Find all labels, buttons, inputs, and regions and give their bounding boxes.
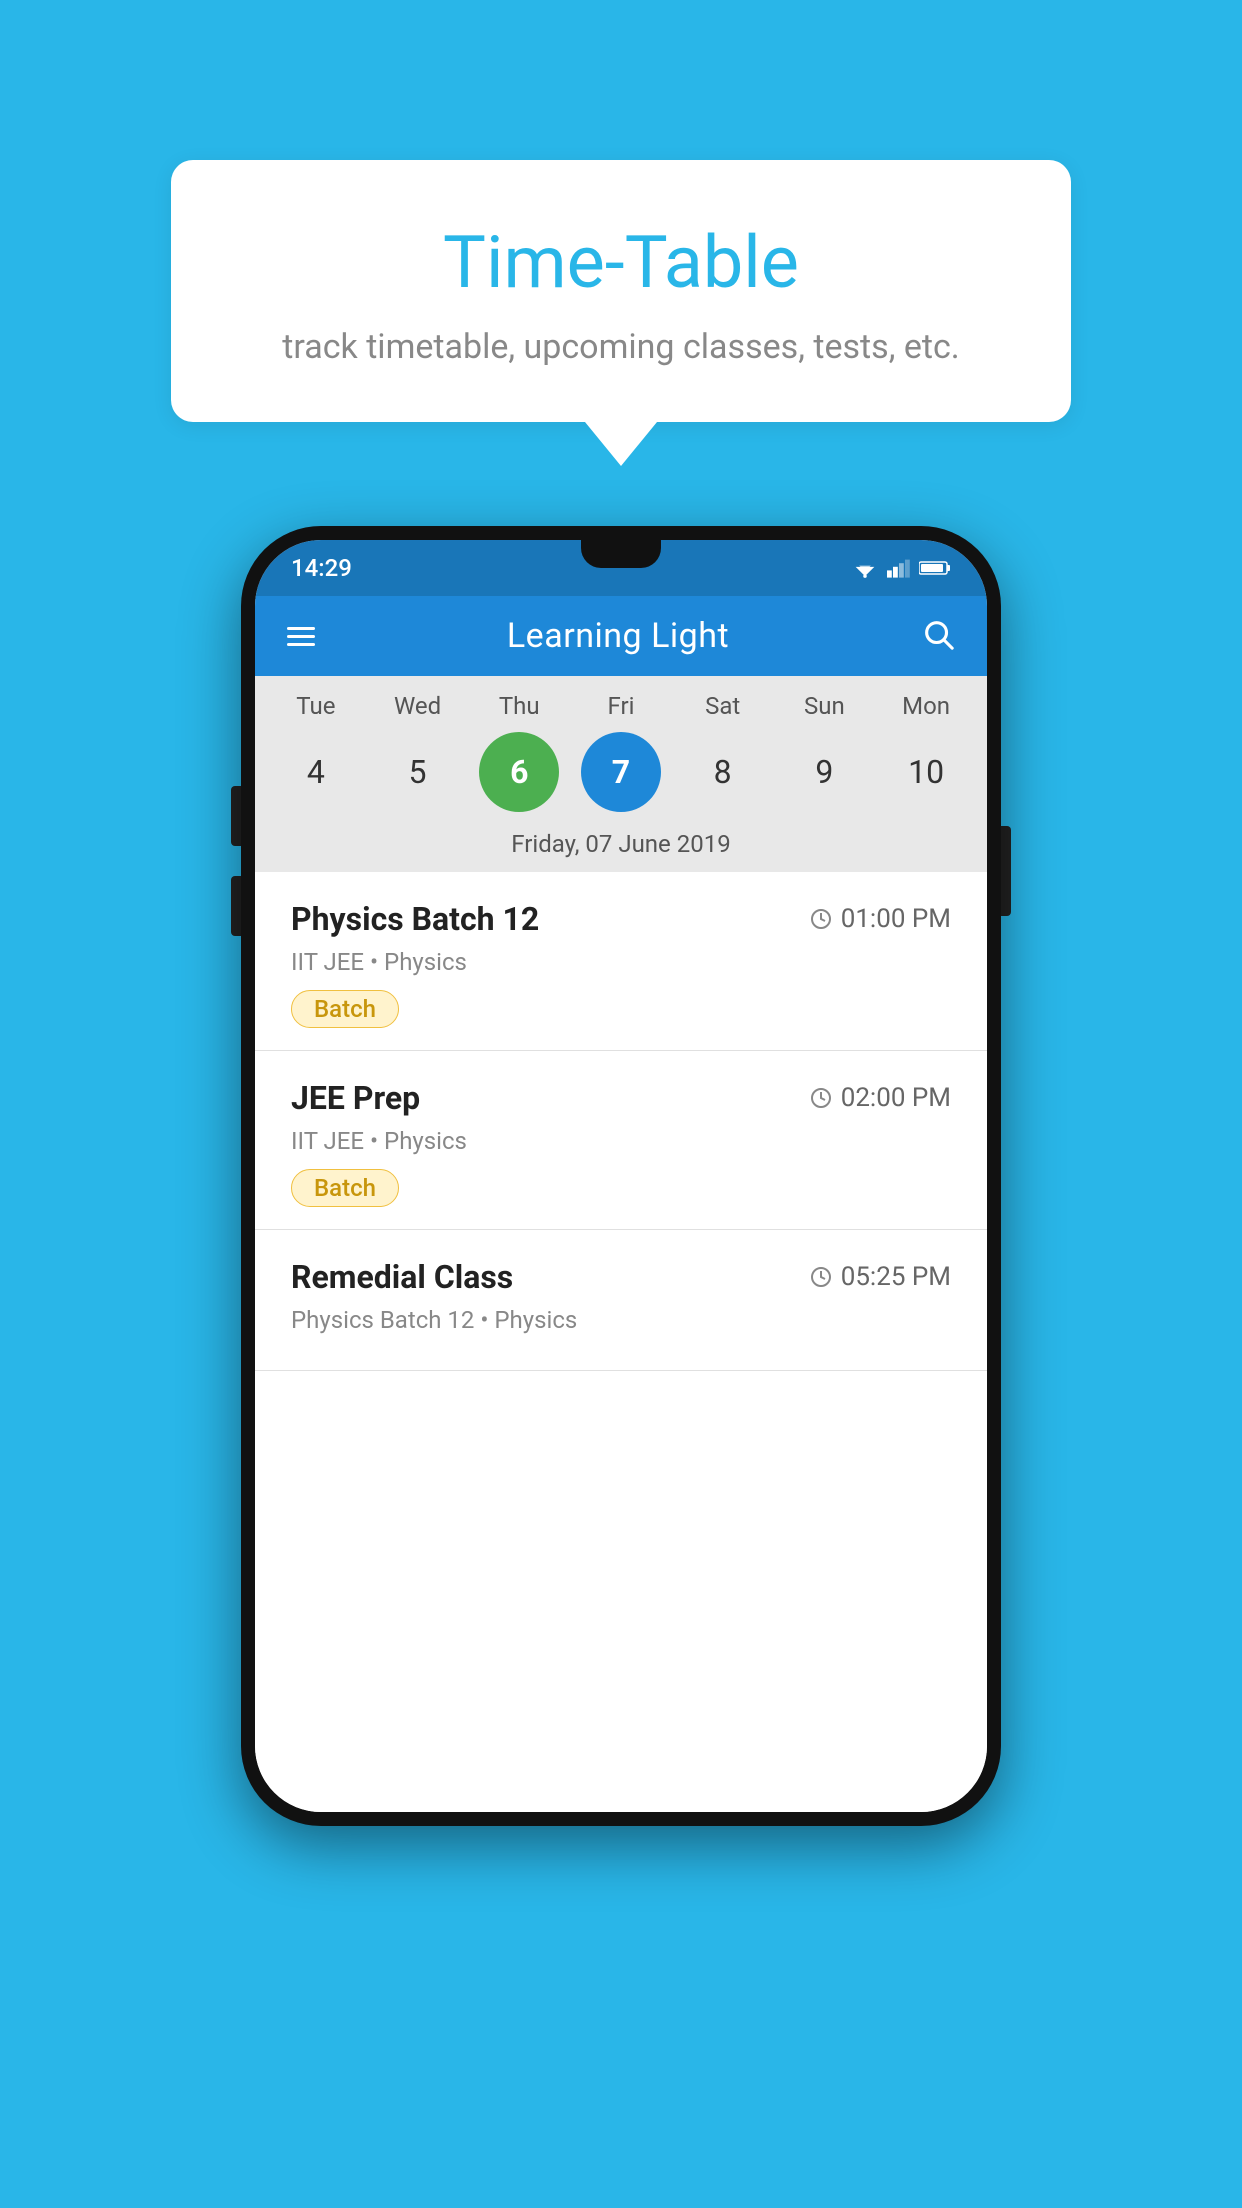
phone-mockup: 14:29 [241, 526, 1001, 1826]
day-10[interactable]: 10 [886, 732, 966, 812]
class-item-1-badge: Batch [291, 990, 399, 1028]
day-5[interactable]: 5 [378, 732, 458, 812]
status-time: 14:29 [291, 554, 352, 582]
day-4[interactable]: 4 [276, 732, 356, 812]
class-item-physics-batch-12[interactable]: Physics Batch 12 01:00 PM IIT JEE • Phys… [255, 872, 987, 1051]
phone-outer: 14:29 [241, 526, 1001, 1826]
clock-icon-1 [809, 907, 833, 931]
speech-bubble-wrapper: Time-Table track timetable, upcoming cla… [171, 160, 1071, 466]
class-item-2-header: JEE Prep 02:00 PM [291, 1079, 951, 1117]
day-7-selected[interactable]: 7 [581, 732, 661, 812]
phone-vol-up-button [231, 786, 241, 846]
day-name-fri: Fri [581, 692, 661, 720]
calendar-strip: Tue Wed Thu Fri Sat Sun Mon 4 5 6 7 8 9 … [255, 676, 987, 872]
hamburger-menu-button[interactable] [287, 627, 315, 646]
class-item-jee-prep[interactable]: JEE Prep 02:00 PM IIT JEE • Physics Batc… [255, 1051, 987, 1230]
phone-vol-down-button [231, 876, 241, 936]
class-item-2-title: JEE Prep [291, 1079, 420, 1117]
class-item-3-subtitle: Physics Batch 12 • Physics [291, 1306, 951, 1334]
class-item-2-subtitle: IIT JEE • Physics [291, 1127, 951, 1155]
day-name-thu: Thu [479, 692, 559, 720]
class-item-remedial[interactable]: Remedial Class 05:25 PM Physics Batch 12… [255, 1230, 987, 1371]
battery-icon [919, 558, 951, 578]
class-list: Physics Batch 12 01:00 PM IIT JEE • Phys… [255, 872, 987, 1812]
selected-date-label: Friday, 07 June 2019 [255, 822, 987, 872]
speech-bubble-title: Time-Table [241, 220, 1001, 305]
phone-notch [581, 540, 661, 568]
day-names-row: Tue Wed Thu Fri Sat Sun Mon [255, 686, 987, 726]
class-item-2-badge: Batch [291, 1169, 399, 1207]
day-name-sun: Sun [784, 692, 864, 720]
day-name-tue: Tue [276, 692, 356, 720]
app-bar: Learning Light [255, 596, 987, 676]
search-button[interactable] [921, 617, 955, 655]
day-6-today[interactable]: 6 [479, 732, 559, 812]
class-item-3-header: Remedial Class 05:25 PM [291, 1258, 951, 1296]
clock-icon-2 [809, 1086, 833, 1110]
status-icons [851, 557, 951, 579]
speech-bubble: Time-Table track timetable, upcoming cla… [171, 160, 1071, 422]
clock-icon-3 [809, 1265, 833, 1289]
class-item-2-time: 02:00 PM [809, 1083, 951, 1113]
wifi-icon [851, 557, 879, 579]
class-item-1-header: Physics Batch 12 01:00 PM [291, 900, 951, 938]
phone-power-button [1001, 826, 1011, 916]
day-name-mon: Mon [886, 692, 966, 720]
phone-screen: 14:29 [255, 540, 987, 1812]
day-numbers-row: 4 5 6 7 8 9 10 [255, 726, 987, 822]
speech-bubble-arrow [585, 422, 657, 466]
day-9[interactable]: 9 [784, 732, 864, 812]
signal-icon [887, 557, 911, 579]
class-item-1-title: Physics Batch 12 [291, 900, 539, 938]
class-item-1-time: 01:00 PM [809, 904, 951, 934]
speech-bubble-subtitle: track timetable, upcoming classes, tests… [241, 327, 1001, 367]
class-item-1-subtitle: IIT JEE • Physics [291, 948, 951, 976]
day-name-sat: Sat [683, 692, 763, 720]
day-name-wed: Wed [378, 692, 458, 720]
app-bar-title: Learning Light [507, 616, 729, 656]
class-item-3-title: Remedial Class [291, 1258, 513, 1296]
class-item-3-time: 05:25 PM [809, 1262, 951, 1292]
day-8[interactable]: 8 [683, 732, 763, 812]
